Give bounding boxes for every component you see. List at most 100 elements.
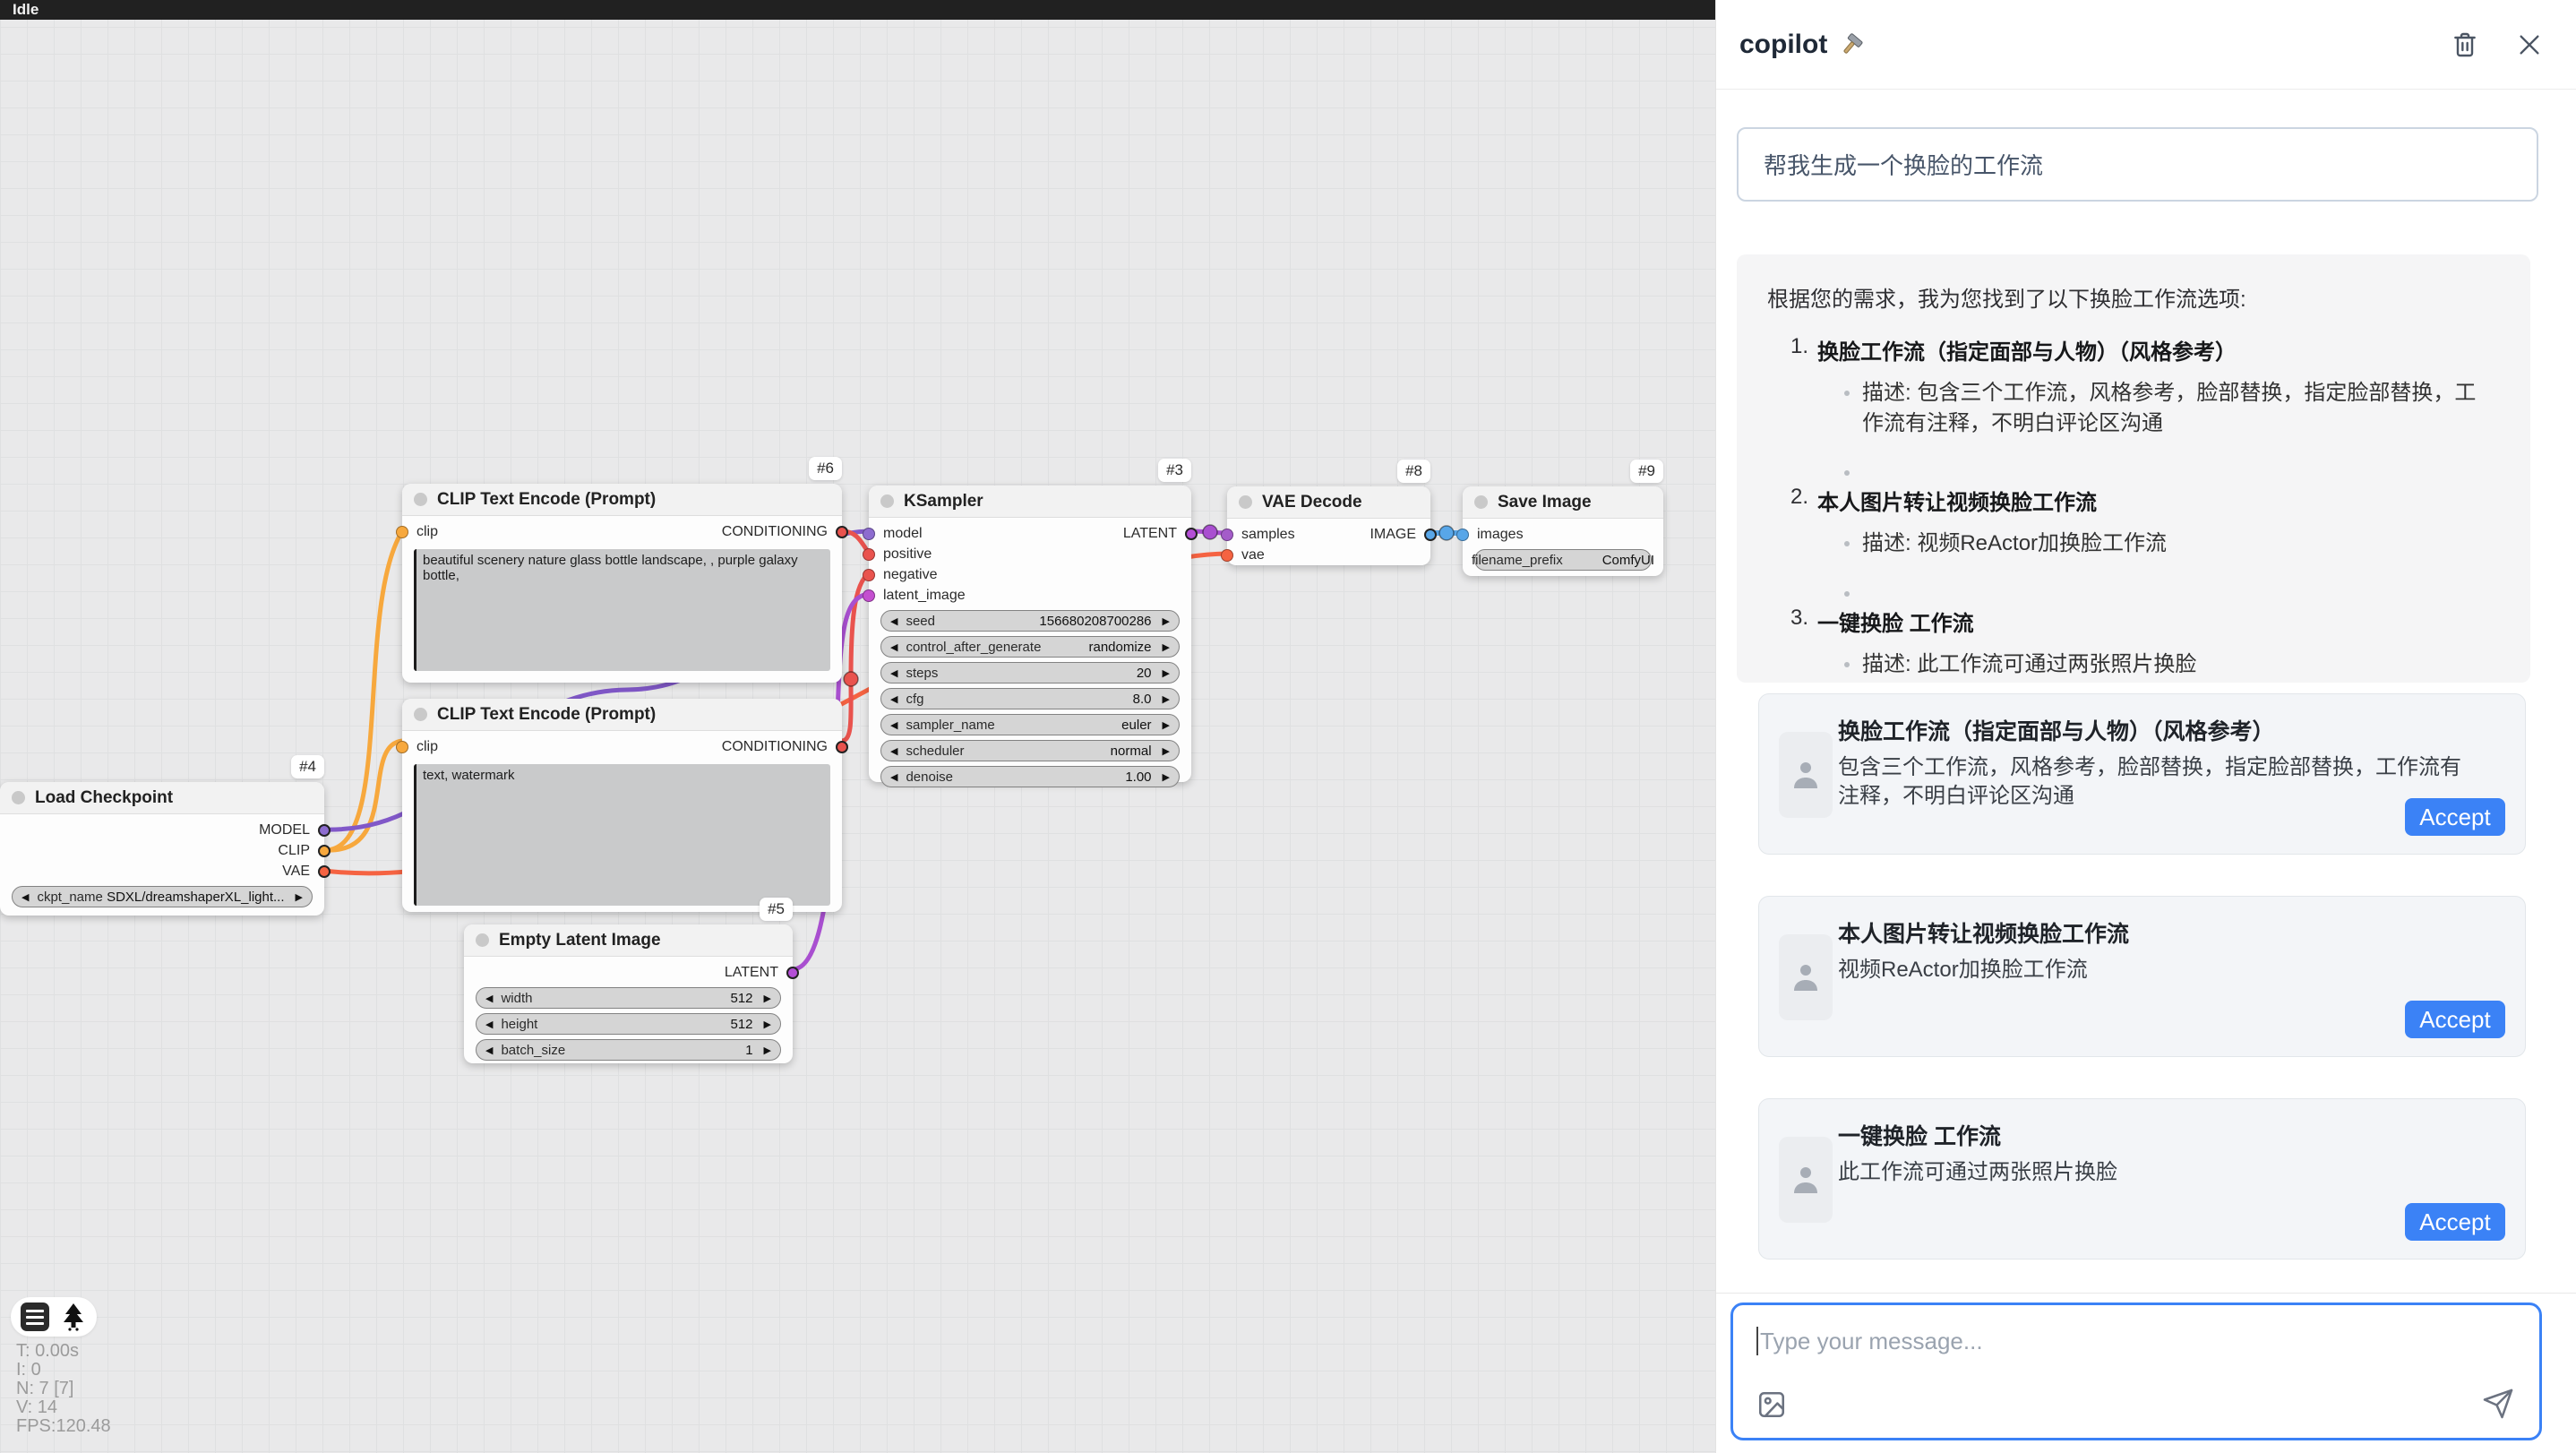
accept-button[interactable]: Accept <box>2405 798 2505 836</box>
input-dot[interactable] <box>1221 529 1233 541</box>
input-dot[interactable] <box>863 569 875 581</box>
input-port-samples[interactable]: samples <box>1227 527 1295 543</box>
output-dot[interactable] <box>836 741 848 753</box>
input-port-clip[interactable]: clip <box>402 524 438 540</box>
widget-steps[interactable]: ◀steps20▶ <box>880 662 1180 684</box>
arrow-right-icon[interactable]: ▶ <box>764 1045 771 1056</box>
output-port-CONDITIONING[interactable]: CONDITIONING <box>722 739 842 755</box>
accept-button[interactable]: Accept <box>2405 1203 2505 1241</box>
message-input[interactable]: Type your message... <box>1730 1303 2542 1440</box>
output-port-IMAGE[interactable]: IMAGE <box>1370 527 1430 543</box>
input-port-positive[interactable]: positive <box>869 546 932 563</box>
input-port-images[interactable]: images <box>1463 527 1524 543</box>
prompt-textarea[interactable]: text, watermark <box>414 764 830 906</box>
collapse-dot[interactable] <box>880 494 894 508</box>
node-#6[interactable]: #6CLIP Text Encode (Prompt)clipCONDITION… <box>402 484 842 683</box>
widget-height[interactable]: ◀height512▶ <box>476 1013 781 1035</box>
widget-width[interactable]: ◀width512▶ <box>476 987 781 1009</box>
reroute-dot[interactable] <box>1203 525 1217 539</box>
arrow-right-icon[interactable]: ▶ <box>1163 667 1170 679</box>
widget-ckpt_name[interactable]: ◀ckpt_nameSDXL/dreamshaperXL_light...▶ <box>12 886 313 907</box>
node-#8[interactable]: #8VAE DecodesamplesIMAGEvae <box>1227 486 1430 565</box>
output-dot[interactable] <box>1424 529 1437 541</box>
node-#9[interactable]: #9Save Imageimagesfilename_prefixComfyUI <box>1463 486 1663 576</box>
arrow-right-icon[interactable]: ▶ <box>296 891 303 903</box>
arrow-left-icon[interactable]: ◀ <box>485 1045 493 1056</box>
node-#4[interactable]: #4Load CheckpointMODELCLIPVAE◀ckpt_nameS… <box>0 782 324 916</box>
output-dot[interactable] <box>318 824 331 837</box>
input-port-model[interactable]: model <box>869 526 923 542</box>
accept-button[interactable]: Accept <box>2405 1001 2505 1038</box>
input-dot[interactable] <box>1221 549 1233 562</box>
reroute-dot[interactable] <box>844 672 858 686</box>
output-dot[interactable] <box>318 865 331 878</box>
widget-batch_size[interactable]: ◀batch_size1▶ <box>476 1039 781 1061</box>
prompt-textarea[interactable]: beautiful scenery nature glass bottle la… <box>414 549 830 671</box>
tree-icon[interactable] <box>60 1303 87 1331</box>
image-attach-icon[interactable] <box>1756 1389 1787 1420</box>
output-dot[interactable] <box>318 845 331 857</box>
arrow-left-icon[interactable]: ◀ <box>485 993 493 1004</box>
output-port-MODEL[interactable]: MODEL <box>259 822 324 838</box>
arrow-left-icon[interactable]: ◀ <box>890 719 897 731</box>
node-#3[interactable]: #3KSamplermodelLATENTpositivenegativelat… <box>869 486 1191 782</box>
arrow-right-icon[interactable]: ▶ <box>1163 771 1170 783</box>
widget-seed[interactable]: ◀seed156680208700286▶ <box>880 610 1180 632</box>
arrow-left-icon[interactable]: ◀ <box>890 641 897 653</box>
node-title[interactable]: KSampler <box>869 486 1191 518</box>
node-#5[interactable]: #5Empty Latent ImageLATENT◀width512▶◀hei… <box>464 924 793 1063</box>
arrow-left-icon[interactable]: ◀ <box>21 891 29 903</box>
chat-scroll-area[interactable]: 帮我生成一个换脸的工作流 根据您的需求，我为您找到了以下换脸工作流选项: 1.换… <box>1716 90 2576 1293</box>
trash-icon[interactable] <box>2451 30 2479 59</box>
node-title[interactable]: CLIP Text Encode (Prompt) <box>402 699 842 731</box>
arrow-right-icon[interactable]: ▶ <box>1163 719 1170 731</box>
output-dot[interactable] <box>786 967 799 979</box>
widget-filename_prefix[interactable]: filename_prefixComfyUI <box>1474 549 1652 571</box>
input-dot[interactable] <box>1456 529 1469 541</box>
input-port-clip[interactable]: clip <box>402 739 438 755</box>
input-dot[interactable] <box>863 589 875 602</box>
collapse-dot[interactable] <box>12 791 25 804</box>
output-dot[interactable] <box>1185 528 1198 540</box>
input-dot[interactable] <box>396 741 408 753</box>
widget-cfg[interactable]: ◀cfg8.0▶ <box>880 688 1180 709</box>
arrow-right-icon[interactable]: ▶ <box>1163 641 1170 653</box>
arrow-left-icon[interactable]: ◀ <box>890 693 897 705</box>
input-port-vae[interactable]: vae <box>1227 547 1265 563</box>
node-title[interactable]: Load Checkpoint <box>0 782 324 814</box>
canvas-mini-toolbar[interactable] <box>11 1297 97 1337</box>
input-port-latent_image[interactable]: latent_image <box>869 588 966 604</box>
arrow-right-icon[interactable]: ▶ <box>1163 693 1170 705</box>
input-dot[interactable] <box>863 548 875 561</box>
arrow-left-icon[interactable]: ◀ <box>890 745 897 757</box>
widget-control_after_generate[interactable]: ◀control_after_generaterandomize▶ <box>880 636 1180 658</box>
output-port-CONDITIONING[interactable]: CONDITIONING <box>722 524 842 540</box>
output-port-VAE[interactable]: VAE <box>282 864 324 880</box>
input-dot[interactable] <box>863 528 875 540</box>
node-title[interactable]: Save Image <box>1463 486 1663 519</box>
node-title[interactable]: VAE Decode <box>1227 486 1430 519</box>
input-port-negative[interactable]: negative <box>869 567 938 583</box>
arrow-right-icon[interactable]: ▶ <box>1163 615 1170 627</box>
output-port-CLIP[interactable]: CLIP <box>278 843 324 859</box>
collapse-dot[interactable] <box>1239 495 1252 509</box>
close-icon[interactable] <box>2515 30 2544 59</box>
send-icon[interactable] <box>2482 1388 2514 1420</box>
widget-sampler_name[interactable]: ◀sampler_nameeuler▶ <box>880 714 1180 735</box>
reroute-dot[interactable] <box>1439 526 1454 540</box>
arrow-right-icon[interactable]: ▶ <box>764 993 771 1004</box>
widget-denoise[interactable]: ◀denoise1.00▶ <box>880 766 1180 787</box>
arrow-left-icon[interactable]: ◀ <box>485 1019 493 1030</box>
arrow-left-icon[interactable]: ◀ <box>890 615 897 627</box>
output-dot[interactable] <box>836 526 848 538</box>
widget-scheduler[interactable]: ◀schedulernormal▶ <box>880 740 1180 761</box>
list-icon[interactable] <box>21 1303 49 1331</box>
arrow-left-icon[interactable]: ◀ <box>890 771 897 783</box>
arrow-left-icon[interactable]: ◀ <box>890 667 897 679</box>
node-title[interactable]: Empty Latent Image <box>464 924 793 957</box>
arrow-right-icon[interactable]: ▶ <box>764 1019 771 1030</box>
collapse-dot[interactable] <box>1474 495 1488 509</box>
node-title[interactable]: CLIP Text Encode (Prompt) <box>402 484 842 516</box>
input-dot[interactable] <box>396 526 408 538</box>
collapse-dot[interactable] <box>476 933 489 947</box>
